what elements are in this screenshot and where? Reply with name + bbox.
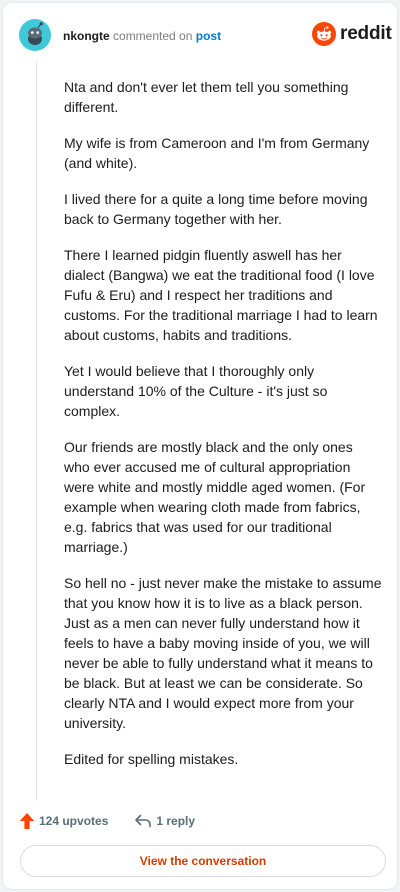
reply-count: 1 reply: [156, 814, 196, 828]
comment-paragraph: My wife is from Cameroon and I'm from Ge…: [64, 135, 370, 171]
reddit-alien-icon: [312, 22, 336, 46]
comment-paragraph: Yet I would believe that I thoroughly on…: [64, 363, 328, 419]
upvote-arrow-icon: [19, 813, 35, 829]
comment-paragraph: Nta and don't ever let them tell you som…: [64, 79, 349, 115]
comment-paragraph: I lived there for a quite a long time be…: [64, 191, 368, 227]
upvote-count: 124 upvotes: [39, 814, 109, 828]
comment-paragraph: Our friends are mostly black and the onl…: [64, 439, 366, 555]
reply-button[interactable]: 1 reply: [134, 813, 195, 829]
reply-arrow-icon: [135, 814, 152, 828]
comment-card: nkongte commented on post reddit Nta and…: [2, 2, 398, 890]
comment-actions: 124 upvotes 1 reply: [19, 811, 195, 831]
brand-wordmark: reddit: [340, 23, 392, 44]
comment-paragraph: There I learned pidgin fluently aswell h…: [64, 247, 378, 343]
comment-header: nkongte commented on post: [63, 28, 221, 44]
comment-body: Nta and don't ever let them tell you som…: [64, 77, 382, 785]
comment-paragraph: Edited for spelling mistakes.: [64, 751, 239, 767]
comment-action-text: commented on: [113, 29, 193, 43]
comment-paragraph: So hell no - just never make the mistake…: [64, 575, 382, 731]
thread-line[interactable]: [36, 61, 37, 801]
post-link[interactable]: post: [196, 29, 221, 43]
upvote-button[interactable]: 124 upvotes: [19, 812, 108, 830]
snoo-avatar-icon[interactable]: [19, 19, 51, 51]
view-conversation-button[interactable]: View the conversation: [20, 845, 386, 877]
username[interactable]: nkongte: [63, 29, 110, 43]
reddit-logo[interactable]: reddit: [312, 22, 392, 46]
